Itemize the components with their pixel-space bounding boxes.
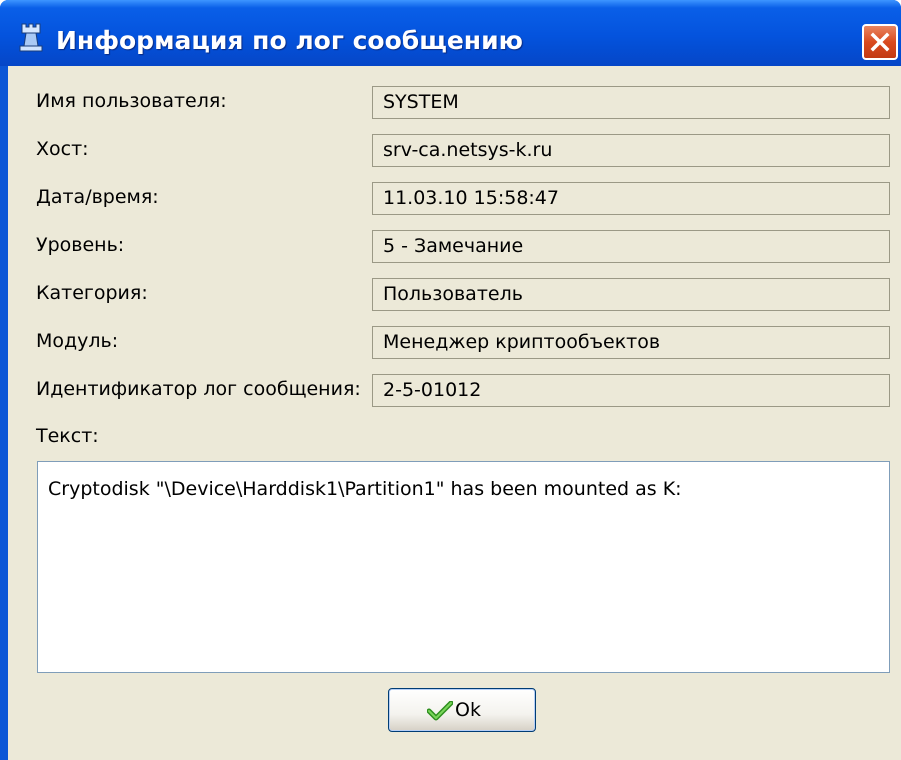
category-field[interactable]: Пользователь	[372, 278, 890, 311]
host-label: Хост:	[36, 138, 89, 160]
datetime-label: Дата/время:	[36, 186, 159, 208]
title-bar[interactable]: Информация по лог сообщению	[0, 0, 901, 66]
level-label: Уровень:	[36, 234, 125, 256]
close-button[interactable]	[862, 24, 898, 60]
datetime-field[interactable]: 11.03.10 15:58:47	[372, 182, 890, 215]
username-field[interactable]: SYSTEM	[372, 86, 890, 119]
module-label: Модуль:	[36, 330, 119, 352]
close-icon	[870, 32, 890, 52]
checkmark-icon	[427, 701, 453, 721]
username-label: Имя пользователя:	[36, 90, 227, 112]
message-id-field[interactable]: 2-5-01012	[372, 374, 890, 407]
message-text-area[interactable]: Cryptodisk "\Device\Harddisk1\Partition1…	[37, 461, 890, 673]
dialog-content: Имя пользователя: SYSTEM Хост: srv-ca.ne…	[8, 66, 901, 760]
ok-button-label: Ok	[455, 699, 481, 721]
ok-button[interactable]: Ok	[388, 688, 536, 732]
host-field[interactable]: srv-ca.netsys-k.ru	[372, 134, 890, 167]
message-id-label: Идентификатор лог сообщения:	[36, 378, 361, 400]
level-field[interactable]: 5 - Замечание	[372, 230, 890, 263]
module-field[interactable]: Менеджер криптообъектов	[372, 326, 890, 359]
text-label: Текст:	[36, 425, 99, 447]
category-label: Категория:	[36, 282, 148, 304]
window-title: Информация по лог сообщению	[56, 26, 523, 55]
dialog-window: Информация по лог сообщению Имя пользова…	[0, 0, 901, 760]
chess-rook-icon	[19, 23, 43, 52]
